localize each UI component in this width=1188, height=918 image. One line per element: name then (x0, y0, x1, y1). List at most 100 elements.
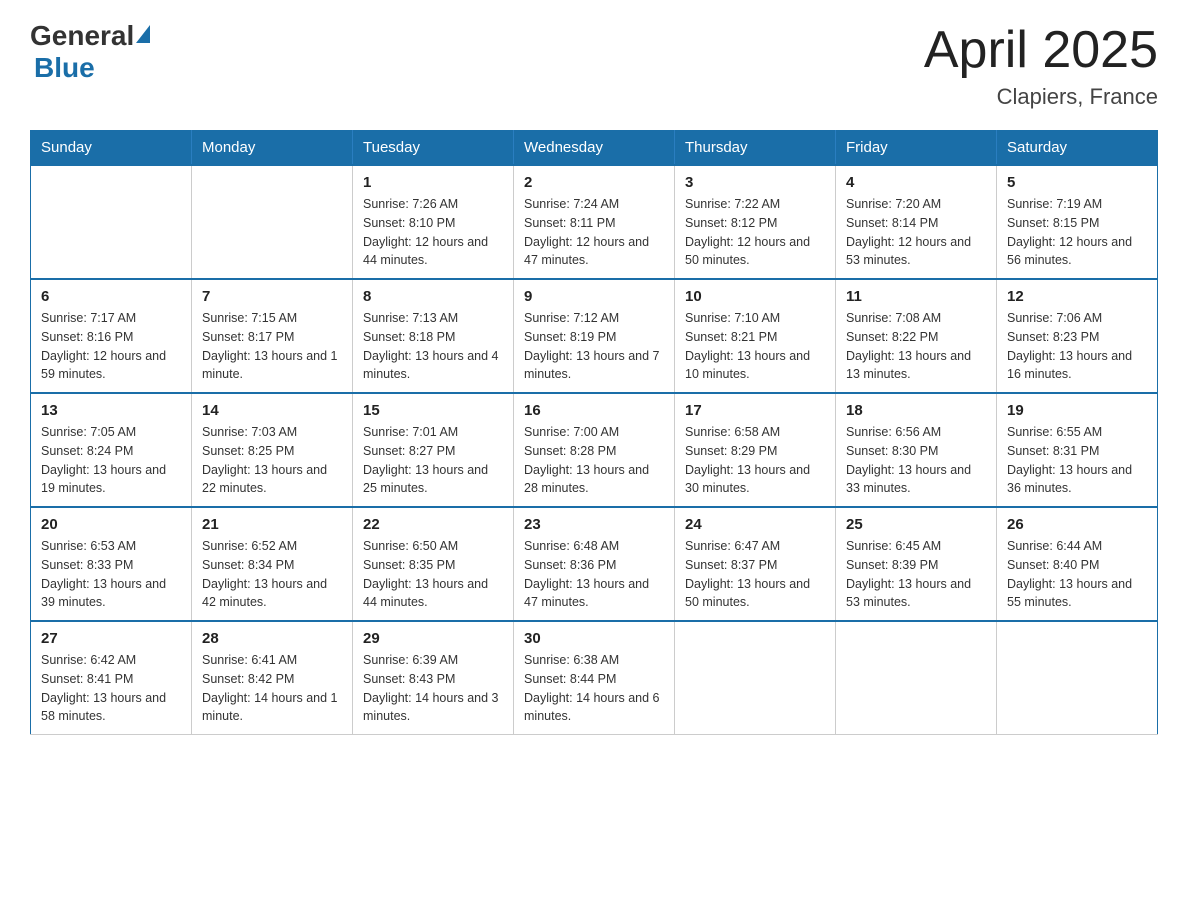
day-number: 7 (202, 288, 342, 305)
calendar-cell: 13Sunrise: 7:05 AM Sunset: 8:24 PM Dayli… (31, 393, 192, 507)
day-info: Sunrise: 7:22 AM Sunset: 8:12 PM Dayligh… (685, 195, 825, 270)
calendar-cell: 8Sunrise: 7:13 AM Sunset: 8:18 PM Daylig… (353, 279, 514, 393)
day-number: 5 (1007, 174, 1147, 191)
day-info: Sunrise: 6:50 AM Sunset: 8:35 PM Dayligh… (363, 537, 503, 612)
calendar-cell: 17 Sunrise: 6:58 AM Sunset: 8:29 PM Dayli… (675, 393, 836, 507)
weekday-header-sunday: Sunday (31, 131, 192, 166)
day-number: 14 (202, 402, 342, 419)
calendar-cell: 4Sunrise: 7:20 AM Sunset: 8:14 PM Daylig… (836, 165, 997, 279)
weekday-header-monday: Monday (192, 131, 353, 166)
logo-general-text: General (30, 20, 134, 52)
calendar-cell: 7Sunrise: 7:15 AM Sunset: 8:17 PM Daylig… (192, 279, 353, 393)
calendar-cell (192, 165, 353, 279)
calendar-cell (31, 165, 192, 279)
calendar-cell (836, 621, 997, 735)
day-info: Sunrise: 6:47 AM Sunset: 8:37 PM Dayligh… (685, 537, 825, 612)
day-number: 29 (363, 630, 503, 647)
calendar-cell: 25 Sunrise: 6:45 AM Sunset: 8:39 PM Dayli… (836, 507, 997, 621)
day-number: 9 (524, 288, 664, 305)
day-info: Sunrise: 7:12 AM Sunset: 8:19 PM Dayligh… (524, 309, 664, 384)
day-number: 24 (685, 516, 825, 533)
calendar-cell: 11Sunrise: 7:08 AM Sunset: 8:22 PM Dayli… (836, 279, 997, 393)
calendar-cell: 28 Sunrise: 6:41 AM Sunset: 8:42 PM Dayli… (192, 621, 353, 735)
day-number: 8 (363, 288, 503, 305)
calendar-location: Clapiers, France (924, 84, 1158, 110)
day-info: Sunrise: 7:03 AM Sunset: 8:25 PM Dayligh… (202, 423, 342, 498)
title-section: April 2025 Clapiers, France (924, 20, 1158, 110)
day-info: Sunrise: 7:05 AM Sunset: 8:24 PM Dayligh… (41, 423, 181, 498)
day-number: 19 (1007, 402, 1147, 419)
calendar-cell: 23 Sunrise: 6:48 AM Sunset: 8:36 PM Dayli… (514, 507, 675, 621)
calendar-cell: 29 Sunrise: 6:39 AM Sunset: 8:43 PM Dayli… (353, 621, 514, 735)
day-info: Sunrise: 7:06 AM Sunset: 8:23 PM Dayligh… (1007, 309, 1147, 384)
calendar-cell: 1Sunrise: 7:26 AM Sunset: 8:10 PM Daylig… (353, 165, 514, 279)
day-info: Sunrise: 6:55 AM Sunset: 8:31 PM Dayligh… (1007, 423, 1147, 498)
day-info: Sunrise: 6:53 AM Sunset: 8:33 PM Dayligh… (41, 537, 181, 612)
day-info: Sunrise: 6:45 AM Sunset: 8:39 PM Dayligh… (846, 537, 986, 612)
day-number: 17 (685, 402, 825, 419)
day-info: Sunrise: 6:41 AM Sunset: 8:42 PM Dayligh… (202, 651, 342, 726)
calendar-cell: 27 Sunrise: 6:42 AM Sunset: 8:41 PM Dayli… (31, 621, 192, 735)
calendar-cell: 5 Sunrise: 7:19 AM Sunset: 8:15 PM Daylig… (997, 165, 1158, 279)
logo-blue-text: Blue (34, 52, 95, 84)
calendar-cell: 22 Sunrise: 6:50 AM Sunset: 8:35 PM Dayli… (353, 507, 514, 621)
day-info: Sunrise: 6:56 AM Sunset: 8:30 PM Dayligh… (846, 423, 986, 498)
day-number: 30 (524, 630, 664, 647)
calendar-cell: 21Sunrise: 6:52 AM Sunset: 8:34 PM Dayli… (192, 507, 353, 621)
day-number: 12 (1007, 288, 1147, 305)
calendar-week-row: 13Sunrise: 7:05 AM Sunset: 8:24 PM Dayli… (31, 393, 1158, 507)
calendar-cell: 15Sunrise: 7:01 AM Sunset: 8:27 PM Dayli… (353, 393, 514, 507)
day-number: 2 (524, 174, 664, 191)
calendar-cell: 18Sunrise: 6:56 AM Sunset: 8:30 PM Dayli… (836, 393, 997, 507)
logo: General Blue (30, 20, 150, 84)
weekday-header-tuesday: Tuesday (353, 131, 514, 166)
day-info: Sunrise: 6:44 AM Sunset: 8:40 PM Dayligh… (1007, 537, 1147, 612)
day-number: 4 (846, 174, 986, 191)
calendar-cell: 2 Sunrise: 7:24 AM Sunset: 8:11 PM Daylig… (514, 165, 675, 279)
day-info: Sunrise: 7:10 AM Sunset: 8:21 PM Dayligh… (685, 309, 825, 384)
calendar-cell: 19 Sunrise: 6:55 AM Sunset: 8:31 PM Dayli… (997, 393, 1158, 507)
day-info: Sunrise: 6:39 AM Sunset: 8:43 PM Dayligh… (363, 651, 503, 726)
day-number: 22 (363, 516, 503, 533)
day-number: 21 (202, 516, 342, 533)
day-number: 16 (524, 402, 664, 419)
calendar-cell: 24 Sunrise: 6:47 AM Sunset: 8:37 PM Dayli… (675, 507, 836, 621)
day-info: Sunrise: 7:17 AM Sunset: 8:16 PM Dayligh… (41, 309, 181, 384)
calendar-cell: 26 Sunrise: 6:44 AM Sunset: 8:40 PM Dayli… (997, 507, 1158, 621)
day-number: 1 (363, 174, 503, 191)
calendar-cell: 16 Sunrise: 7:00 AM Sunset: 8:28 PM Dayli… (514, 393, 675, 507)
calendar-cell: 12 Sunrise: 7:06 AM Sunset: 8:23 PM Dayli… (997, 279, 1158, 393)
day-info: Sunrise: 6:48 AM Sunset: 8:36 PM Dayligh… (524, 537, 664, 612)
calendar-cell: 20 Sunrise: 6:53 AM Sunset: 8:33 PM Dayli… (31, 507, 192, 621)
weekday-header-saturday: Saturday (997, 131, 1158, 166)
day-number: 23 (524, 516, 664, 533)
calendar-cell (997, 621, 1158, 735)
calendar-title: April 2025 (924, 20, 1158, 80)
day-number: 26 (1007, 516, 1147, 533)
day-info: Sunrise: 7:00 AM Sunset: 8:28 PM Dayligh… (524, 423, 664, 498)
calendar-week-row: 20 Sunrise: 6:53 AM Sunset: 8:33 PM Dayli… (31, 507, 1158, 621)
day-number: 3 (685, 174, 825, 191)
calendar-cell: 6Sunrise: 7:17 AM Sunset: 8:16 PM Daylig… (31, 279, 192, 393)
calendar-cell: 30 Sunrise: 6:38 AM Sunset: 8:44 PM Dayli… (514, 621, 675, 735)
page-header: General Blue April 2025 Clapiers, France (30, 20, 1158, 110)
day-info: Sunrise: 7:24 AM Sunset: 8:11 PM Dayligh… (524, 195, 664, 270)
calendar-cell: 9 Sunrise: 7:12 AM Sunset: 8:19 PM Daylig… (514, 279, 675, 393)
calendar-week-row: 6Sunrise: 7:17 AM Sunset: 8:16 PM Daylig… (31, 279, 1158, 393)
calendar-cell: 10 Sunrise: 7:10 AM Sunset: 8:21 PM Dayli… (675, 279, 836, 393)
day-info: Sunrise: 7:19 AM Sunset: 8:15 PM Dayligh… (1007, 195, 1147, 270)
day-number: 27 (41, 630, 181, 647)
weekday-header-friday: Friday (836, 131, 997, 166)
calendar-cell (675, 621, 836, 735)
day-number: 25 (846, 516, 986, 533)
day-info: Sunrise: 6:58 AM Sunset: 8:29 PM Dayligh… (685, 423, 825, 498)
day-number: 20 (41, 516, 181, 533)
calendar-cell: 14 Sunrise: 7:03 AM Sunset: 8:25 PM Dayli… (192, 393, 353, 507)
day-number: 10 (685, 288, 825, 305)
day-info: Sunrise: 6:42 AM Sunset: 8:41 PM Dayligh… (41, 651, 181, 726)
day-info: Sunrise: 6:38 AM Sunset: 8:44 PM Dayligh… (524, 651, 664, 726)
day-info: Sunrise: 7:08 AM Sunset: 8:22 PM Dayligh… (846, 309, 986, 384)
calendar-cell: 3 Sunrise: 7:22 AM Sunset: 8:12 PM Daylig… (675, 165, 836, 279)
calendar-week-row: 27 Sunrise: 6:42 AM Sunset: 8:41 PM Dayli… (31, 621, 1158, 735)
day-number: 28 (202, 630, 342, 647)
